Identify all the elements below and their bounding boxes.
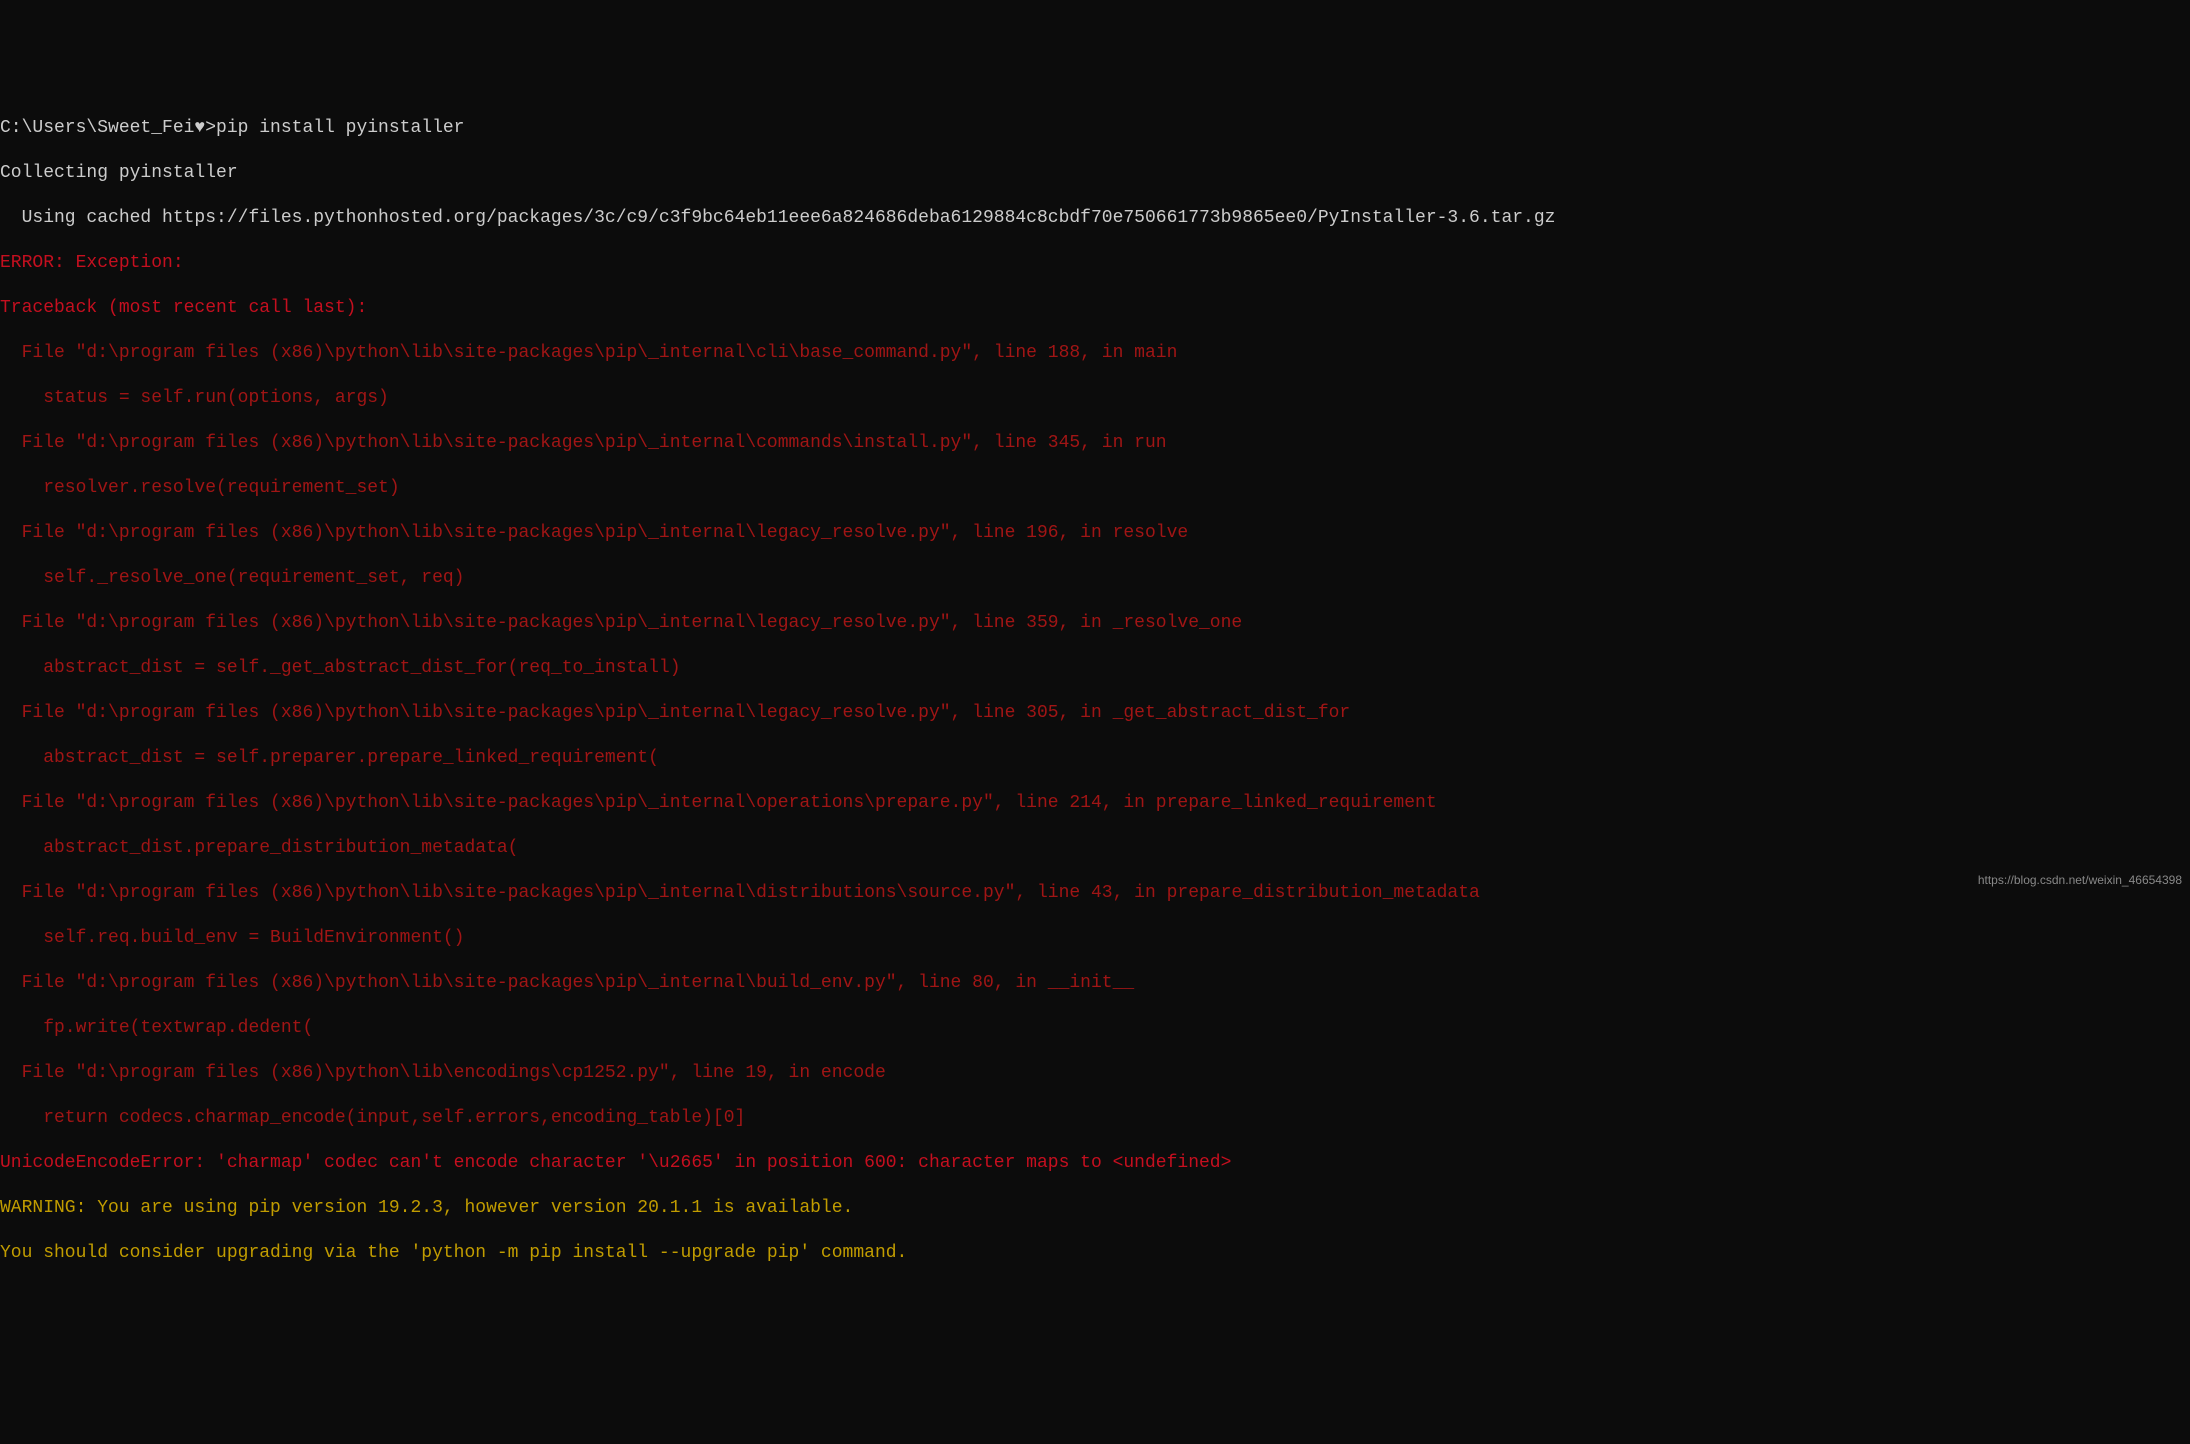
traceback-line: File "d:\program files (x86)\python\lib\… <box>0 612 2190 635</box>
terminal-output[interactable]: C:\Users\Sweet_Fei♥>pip install pyinstal… <box>0 94 2190 1287</box>
traceback-line: self.req.build_env = BuildEnvironment() <box>0 927 2190 950</box>
traceback-line: File "d:\program files (x86)\python\lib\… <box>0 972 2190 995</box>
traceback-line: abstract_dist = self._get_abstract_dist_… <box>0 657 2190 680</box>
unicode-error-line: UnicodeEncodeError: 'charmap' codec can'… <box>0 1152 2190 1175</box>
traceback-line: File "d:\program files (x86)\python\lib\… <box>0 342 2190 365</box>
traceback-line: self._resolve_one(requirement_set, req) <box>0 567 2190 590</box>
traceback-line: return codecs.charmap_encode(input,self.… <box>0 1107 2190 1130</box>
warning-line: WARNING: You are using pip version 19.2.… <box>0 1197 2190 1220</box>
traceback-line: File "d:\program files (x86)\python\lib\… <box>0 1062 2190 1085</box>
cached-line: Using cached https://files.pythonhosted.… <box>0 207 2190 230</box>
traceback-line: resolver.resolve(requirement_set) <box>0 477 2190 500</box>
traceback-header: Traceback (most recent call last): <box>0 297 2190 320</box>
traceback-line: File "d:\program files (x86)\python\lib\… <box>0 702 2190 725</box>
traceback-line: File "d:\program files (x86)\python\lib\… <box>0 432 2190 455</box>
collecting-line: Collecting pyinstaller <box>0 162 2190 185</box>
traceback-line: File "d:\program files (x86)\python\lib\… <box>0 792 2190 815</box>
traceback-line: File "d:\program files (x86)\python\lib\… <box>0 882 2190 905</box>
traceback-line: abstract_dist.prepare_distribution_metad… <box>0 837 2190 860</box>
watermark-text: https://blog.csdn.net/weixin_46654398 <box>1978 873 2182 888</box>
error-header: ERROR: Exception: <box>0 252 2190 275</box>
traceback-line: status = self.run(options, args) <box>0 387 2190 410</box>
traceback-line: fp.write(textwrap.dedent( <box>0 1017 2190 1040</box>
traceback-line: File "d:\program files (x86)\python\lib\… <box>0 522 2190 545</box>
traceback-line: abstract_dist = self.preparer.prepare_li… <box>0 747 2190 770</box>
warning-line: You should consider upgrading via the 'p… <box>0 1242 2190 1265</box>
prompt-line: C:\Users\Sweet_Fei♥>pip install pyinstal… <box>0 117 2190 140</box>
